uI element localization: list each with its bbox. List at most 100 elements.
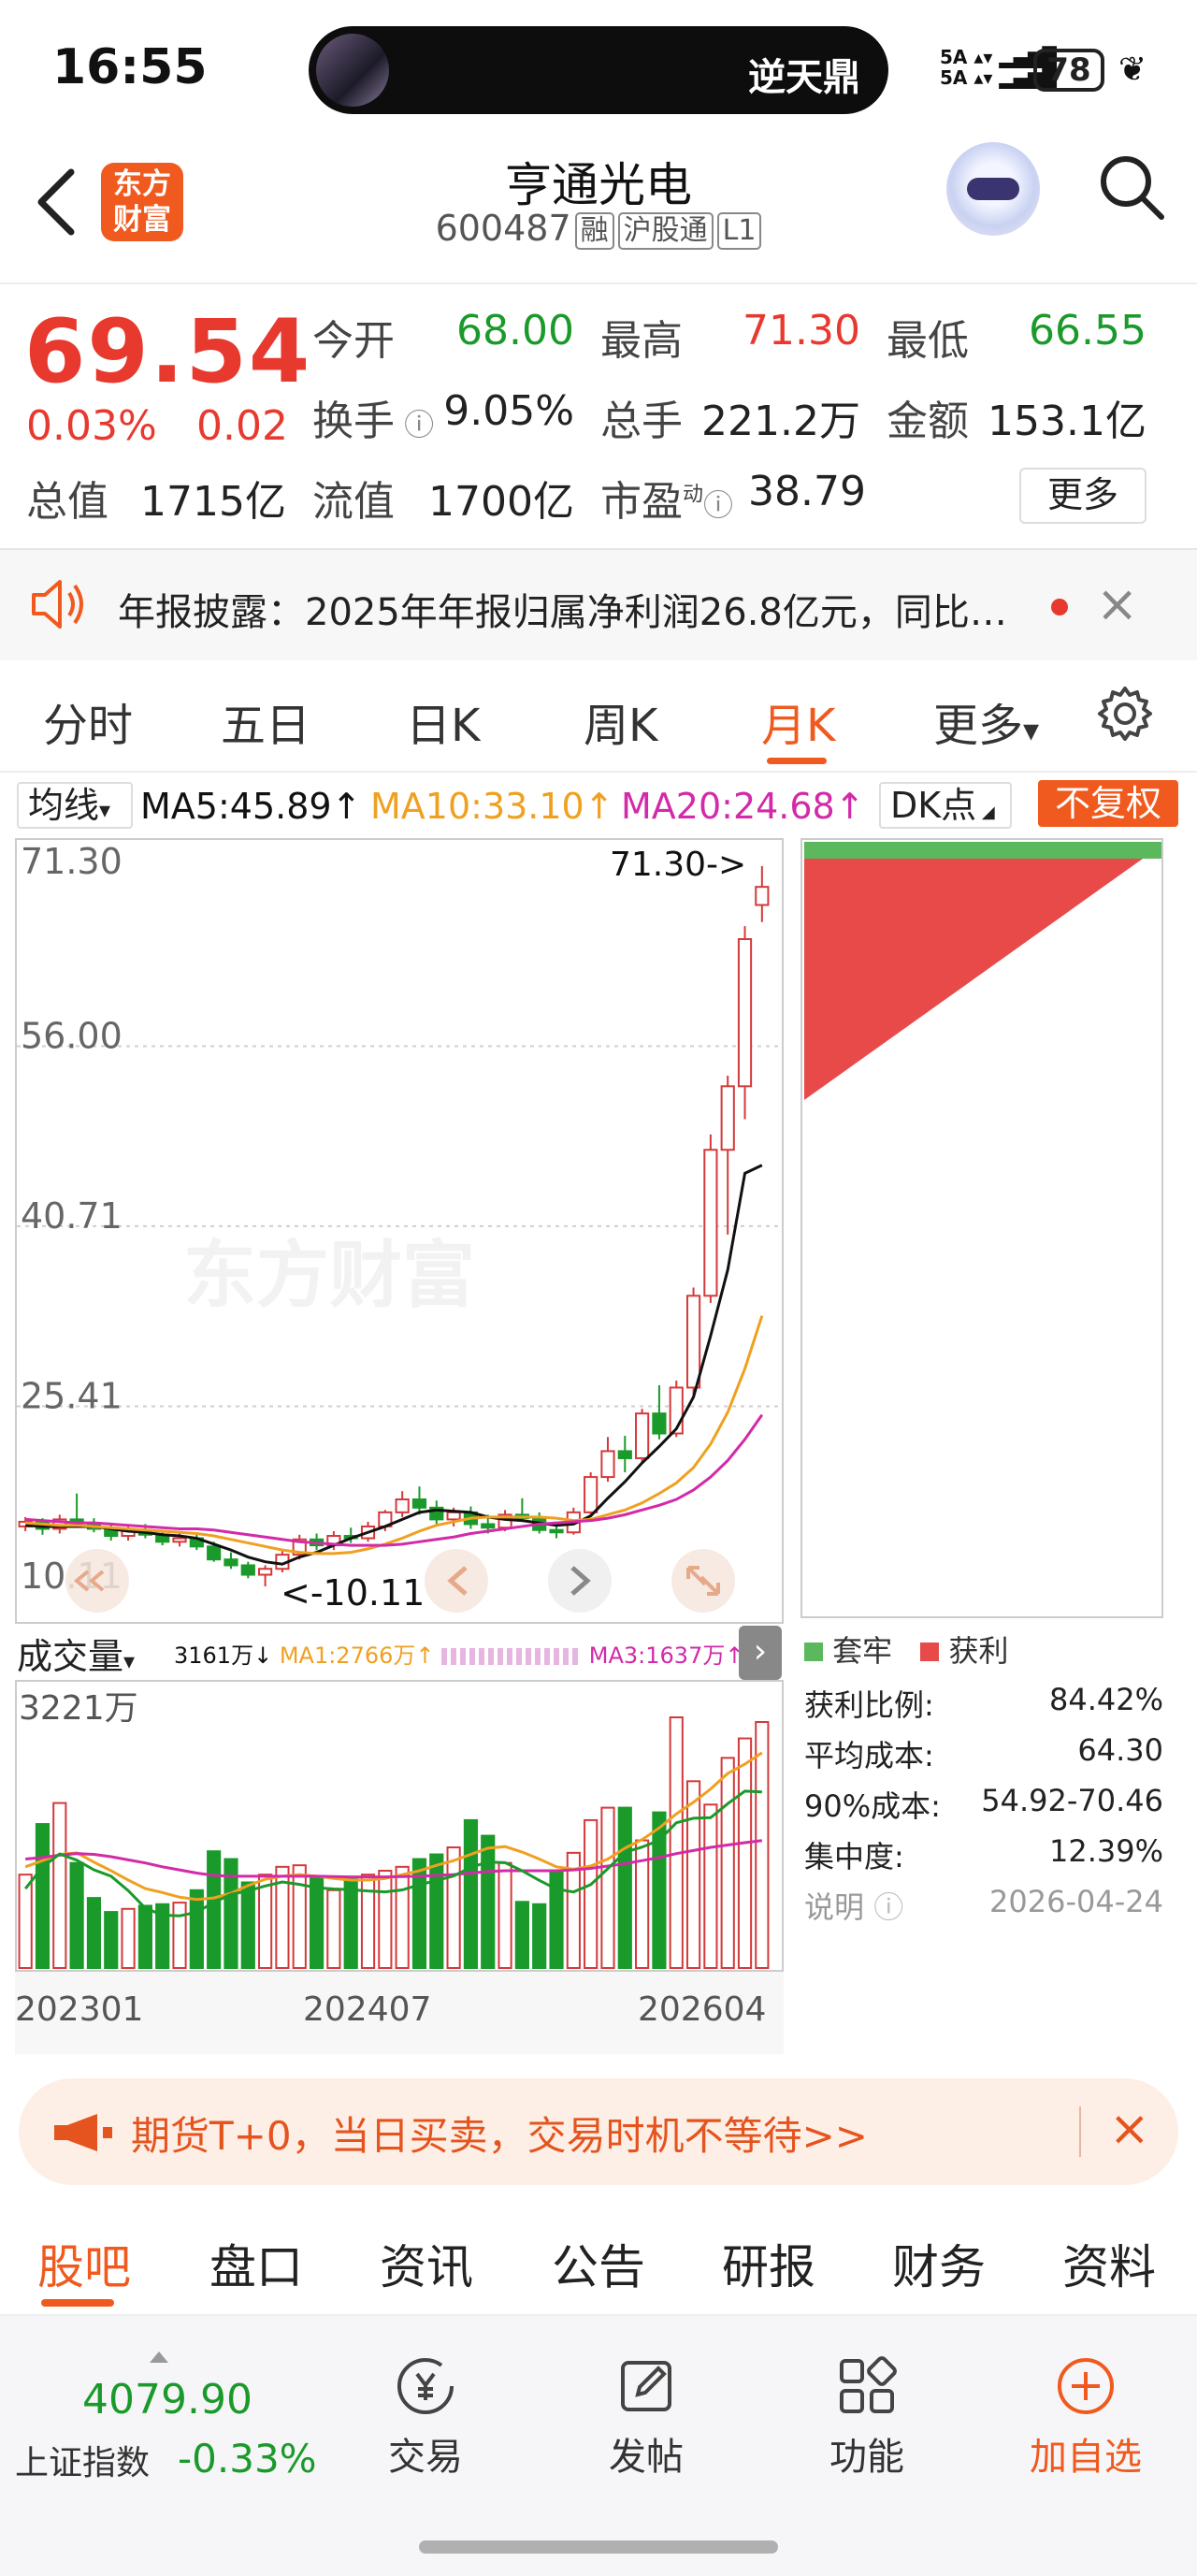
- close-icon[interactable]: ×: [1109, 2101, 1150, 2157]
- pe-value: 38.79: [748, 468, 866, 515]
- tab-research[interactable]: 研报: [722, 2230, 815, 2297]
- candle-body: [446, 1511, 461, 1521]
- volume-select-label: 成交量: [17, 1636, 124, 1677]
- volume-values: 3161万↓ MA1:2766万↑ MA3:1637万↑: [174, 1637, 743, 1670]
- volume-bar: [35, 1823, 50, 1969]
- tab-five-day[interactable]: 五日: [221, 688, 310, 754]
- price-adjust-button[interactable]: 不复权: [1038, 780, 1178, 827]
- music-title: 逆天鼎: [748, 56, 860, 99]
- nav-add-watchlist[interactable]: 加自选: [1016, 2353, 1156, 2481]
- index-value[interactable]: 4079.90: [82, 2376, 252, 2424]
- x-label-start: 202301: [15, 1990, 143, 2029]
- volume-bar: [189, 1889, 204, 1969]
- watermark-text: 东方财富: [183, 1234, 475, 1318]
- nav-post[interactable]: 发帖: [576, 2353, 716, 2481]
- megaphone-icon: [54, 2114, 112, 2151]
- volume-bar: [69, 1861, 84, 1969]
- indicator-legend: 均线▾ MA5:45.89↑ MA10:33.10↑ MA20:24.68↑ D…: [0, 776, 1197, 834]
- status-clock: 16:55: [52, 39, 208, 95]
- home-indicator[interactable]: [419, 2540, 778, 2554]
- candle-body: [224, 1558, 238, 1567]
- index-change[interactable]: -0.33%: [178, 2436, 317, 2482]
- active-tab-indicator: [41, 2299, 114, 2307]
- volume-bar: [481, 1834, 496, 1969]
- tab-profile[interactable]: 资料: [1062, 2230, 1156, 2297]
- music-island[interactable]: 逆天鼎: [309, 26, 888, 114]
- high-value: 71.30: [743, 307, 860, 355]
- volume-bar: [446, 1846, 461, 1969]
- next-button[interactable]: [548, 1549, 612, 1613]
- open-label: 今开: [312, 317, 395, 365]
- tab-weekly-k[interactable]: 周K: [584, 688, 657, 754]
- candle-body: [549, 1528, 564, 1534]
- candle-body: [755, 886, 770, 906]
- close-icon[interactable]: ×: [1096, 576, 1138, 632]
- y-tick-label: 40.71: [21, 1195, 123, 1237]
- volume-select[interactable]: 成交量▾: [17, 1628, 135, 1679]
- info-icon[interactable]: ⓘ: [703, 487, 733, 523]
- volume-chart: 3221万 202301 202407 202604: [15, 1680, 784, 2054]
- tag-margin: 融: [574, 211, 614, 250]
- legend-trapped: 套牢: [832, 1633, 893, 1669]
- candle-body: [207, 1545, 222, 1561]
- ai-assistant-icon[interactable]: [946, 142, 1040, 236]
- vol-current: 3161万↓: [174, 1643, 273, 1669]
- volume-bar: [514, 1901, 529, 1970]
- yen-icon: [397, 2358, 454, 2414]
- prev-button[interactable]: [425, 1549, 488, 1613]
- dk-point-select[interactable]: DK点 ◢: [879, 782, 1012, 829]
- chart-period-tabs: 分时 五日 日K 周K 月K 更多▾: [0, 664, 1197, 767]
- volume-bar: [137, 1904, 152, 1969]
- nav-trade[interactable]: 交易: [355, 2353, 496, 2481]
- info-icon[interactable]: ⓘ: [395, 407, 434, 442]
- tab-announcements[interactable]: 公告: [552, 2230, 645, 2297]
- y-tick-label: 56.00: [21, 1016, 123, 1057]
- vol-ma3: MA3:1637万↑: [588, 1643, 744, 1669]
- kline-chart[interactable]: 东方财富 71.3056.0040.7125.4110.11 71.30-> <…: [15, 838, 784, 1624]
- index-name[interactable]: 上证指数: [15, 2436, 150, 2484]
- tab-monthly-k[interactable]: 月K: [761, 688, 835, 754]
- zoom-out-button[interactable]: [65, 1549, 129, 1613]
- chevron-right-icon[interactable]: ›: [739, 1626, 782, 1680]
- chip-row-note[interactable]: 说明 ⓘ 2026-04-24: [804, 1884, 1163, 1927]
- chip-trapped-area: [804, 842, 1161, 859]
- tab-daily-k[interactable]: 日K: [406, 688, 480, 754]
- volume-bar: [584, 1818, 598, 1969]
- more-button[interactable]: 更多: [1019, 468, 1147, 524]
- current-price: 69.54: [24, 301, 312, 403]
- stock-code: 600487: [435, 208, 571, 249]
- tab-financials[interactable]: 财务: [892, 2230, 986, 2297]
- tab-orderbook[interactable]: 盘口: [209, 2230, 303, 2297]
- chip-row-90-cost: 90%成本: 54.92-70.46: [804, 1783, 1163, 1826]
- expand-icon[interactable]: [671, 1549, 735, 1613]
- divider: [1079, 2106, 1081, 2157]
- tab-intraday[interactable]: 分时: [43, 688, 133, 754]
- volume-bar: [121, 1907, 136, 1970]
- float-value: 1700亿: [428, 478, 574, 526]
- chip-value: 12.39%: [1048, 1833, 1163, 1869]
- turnover-label-text: 换手: [312, 398, 395, 445]
- gear-icon[interactable]: [1094, 683, 1156, 745]
- divider: [0, 282, 1197, 284]
- chip-label: 90%成本:: [804, 1788, 941, 1824]
- tab-forum[interactable]: 股吧: [37, 2230, 131, 2297]
- nav-functions[interactable]: 功能: [797, 2353, 937, 2481]
- nav-functions-label: 功能: [829, 2436, 904, 2479]
- tab-more[interactable]: 更多▾: [933, 688, 1039, 754]
- tab-news[interactable]: 资讯: [380, 2230, 473, 2297]
- candle-body: [584, 1476, 598, 1513]
- volume-bar: [292, 1864, 307, 1970]
- ma5-value: MA5:45.89↑: [140, 786, 362, 827]
- candle-body: [481, 1523, 496, 1529]
- volume-bar: [52, 1802, 67, 1969]
- expand-up-icon[interactable]: [150, 2352, 168, 2363]
- volume-value: 221.2万: [701, 398, 860, 445]
- futures-promo-banner[interactable]: 期货T+0，当日买卖，交易时机不等待>> ×: [19, 2078, 1178, 2185]
- info-icon[interactable]: ⓘ: [864, 1889, 903, 1925]
- ma-select[interactable]: 均线▾: [17, 782, 133, 829]
- music-cover-icon: [316, 34, 389, 107]
- announcement-bar[interactable]: 年报披露：2025年年报归属净利润26.8亿元，同比… ×: [0, 550, 1197, 660]
- volume-bar: [343, 1877, 358, 1969]
- search-icon[interactable]: [1094, 150, 1169, 224]
- candle-body: [703, 1149, 718, 1297]
